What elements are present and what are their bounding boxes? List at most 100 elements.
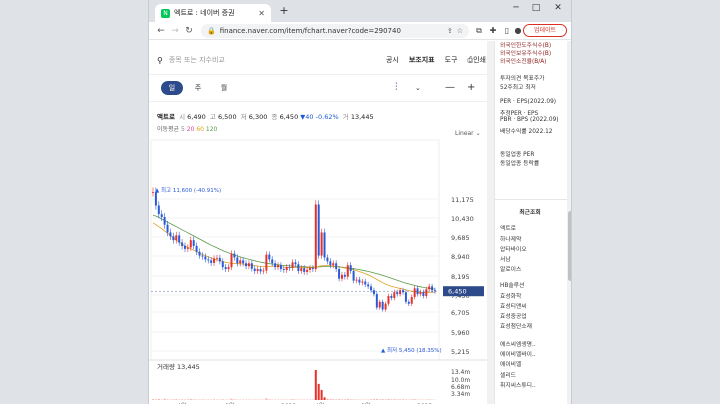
volume-bar xyxy=(404,399,407,400)
indicator-link[interactable]: 보조지표 xyxy=(409,55,435,65)
sidebar-info-item[interactable]: 배당수익률 2022.12 xyxy=(500,126,552,135)
candle-type-icon[interactable]: ⫶ xyxy=(395,81,398,95)
sidebar-info-item[interactable]: 투자의견 목표주가 xyxy=(500,73,545,82)
stock-chart[interactable]: 11,17510,4309,6858,9408,1957,4506,7055,9… xyxy=(149,138,487,404)
recent-item[interactable]: 에이비엘 xyxy=(500,359,521,368)
new-tab-icon[interactable]: + xyxy=(277,4,291,18)
candle-body xyxy=(250,263,253,269)
recent-item[interactable]: 효성티앤씨 xyxy=(500,301,527,310)
reload-icon[interactable]: ↻ xyxy=(183,24,195,38)
zoom-in-icon[interactable]: + xyxy=(467,81,475,95)
bookmark-star-icon[interactable]: ☆ xyxy=(457,27,463,35)
candle-body xyxy=(288,267,291,269)
candle-body xyxy=(262,270,265,272)
candle-body xyxy=(245,263,248,267)
recent-item[interactable]: 에스씨엠생명.. xyxy=(500,339,536,348)
sidebar-info-item[interactable]: 52주최고 최저 xyxy=(500,82,536,91)
scrollbar[interactable] xyxy=(487,41,494,404)
divider xyxy=(149,101,494,102)
print-link[interactable]: ⎙인쇄 xyxy=(468,55,487,65)
period-week[interactable]: 주 xyxy=(187,81,209,95)
price-tick-label: 9,685 xyxy=(451,234,470,242)
stock-sidebar: 외국인한도주식수(B) 외국인보유주식수(B) 외국인소진율(B/A) 투자의견 목표… xyxy=(494,41,571,404)
candle-body xyxy=(306,269,309,272)
sidebar-info-item[interactable]: 동일업종 PER xyxy=(500,149,534,158)
browser-tab[interactable]: N 엑트로 : 네이버 증권 ✕ xyxy=(155,4,271,22)
candle-body xyxy=(178,235,181,243)
recent-item[interactable]: 알로이스 xyxy=(500,264,521,273)
zoom-out-icon[interactable]: — xyxy=(445,81,455,95)
candle-body xyxy=(236,257,239,264)
ma-label: 이동평균 xyxy=(157,126,180,133)
period-day[interactable]: 일 xyxy=(161,81,183,95)
recent-item[interactable]: 하나제약 xyxy=(500,234,521,243)
candle-body xyxy=(410,296,413,304)
recent-item[interactable]: 휘지씨스튜디.. xyxy=(500,380,536,389)
recent-item[interactable]: HB솔루션 xyxy=(500,280,524,289)
period-month[interactable]: 월 xyxy=(213,81,235,95)
price-tick-label: 8,195 xyxy=(451,273,470,281)
candle-body xyxy=(297,264,300,271)
chevron-down-icon[interactable]: ⌄ xyxy=(415,81,421,95)
sidebar-info-item[interactable]: 외국인소진율(B/A) xyxy=(500,56,546,65)
search-icon[interactable]: ⚲ xyxy=(157,56,163,65)
recent-item[interactable]: 액트로 xyxy=(500,223,516,232)
recent-item[interactable]: 서남 xyxy=(500,254,511,263)
address-bar[interactable]: 🔒 finance.naver.com/item/fchart.naver?co… xyxy=(201,24,469,38)
candle-body xyxy=(157,205,160,215)
candle-body xyxy=(227,267,230,270)
extension-icon[interactable]: ⧉ xyxy=(473,24,485,38)
recent-item[interactable]: 효성중공업 xyxy=(500,311,527,320)
candle-body xyxy=(314,204,317,270)
candle-body xyxy=(326,257,329,262)
volume-tick-label: 6.68m xyxy=(451,384,470,391)
tab-close-icon[interactable]: ✕ xyxy=(258,9,265,18)
candle-body xyxy=(294,262,297,265)
volume-bar xyxy=(317,383,320,400)
sidebar-info-item[interactable]: 추정PER · EPS xyxy=(500,108,538,117)
price-tick-label: 11,175 xyxy=(451,196,474,204)
close-window-icon[interactable]: ✕ xyxy=(551,3,565,13)
candle-body xyxy=(189,240,192,248)
sidebar-info-item[interactable]: PER · EPS(2022.09) xyxy=(500,99,556,105)
candle-body xyxy=(323,232,326,258)
sidebar-info-item[interactable]: 동일업종 등락률 xyxy=(500,158,539,167)
compare-search-input[interactable]: 종목 또는 지수비교 xyxy=(169,55,376,65)
recent-item[interactable]: 효성화학 xyxy=(500,291,521,300)
sidebar-info-item[interactable]: PBR · BPS (2022.09) xyxy=(500,117,559,123)
forward-icon[interactable]: → xyxy=(169,24,181,38)
volume-bar xyxy=(375,398,378,400)
candle-body xyxy=(265,254,268,271)
candle-body xyxy=(242,260,245,264)
disclosure-link[interactable]: 공시 xyxy=(386,55,399,65)
volume-bar xyxy=(340,399,343,400)
candle-body xyxy=(372,290,375,295)
candle-body xyxy=(239,260,242,264)
recent-item[interactable]: 압타바이오 xyxy=(500,244,527,253)
volume-bar xyxy=(154,399,157,400)
candle-body xyxy=(367,284,370,287)
back-icon[interactable]: ← xyxy=(155,24,167,38)
extensions-puzzle-icon[interactable]: ✚ xyxy=(487,24,499,38)
update-button[interactable]: 업데이트 xyxy=(523,24,567,37)
scale-mode-select[interactable]: Linear ⌄ xyxy=(455,130,481,137)
candle-body xyxy=(207,259,210,261)
candle-body xyxy=(186,247,189,249)
sidebar-scroll-thumb[interactable] xyxy=(568,211,571,281)
candle-body xyxy=(335,263,338,270)
tools-link[interactable]: 도구 xyxy=(445,55,458,65)
minimize-icon[interactable]: ─ xyxy=(509,3,523,13)
recent-item[interactable]: 에이비엘바이.. xyxy=(500,349,536,358)
min-price-annotation: ▲ 최저 5,450 (18.35%) xyxy=(381,346,442,354)
candle-body xyxy=(224,267,227,270)
recent-item[interactable]: 셀리드 xyxy=(500,370,516,379)
candle-body xyxy=(340,274,343,279)
current-price-label: 6,450 xyxy=(448,288,467,296)
recent-item[interactable]: 효성첨단소재 xyxy=(500,321,532,330)
maximize-icon[interactable]: □ xyxy=(529,3,543,13)
browser-toolbar: ← → ↻ 🔒 finance.naver.com/item/fchart.na… xyxy=(149,22,571,40)
share-icon[interactable]: ⇪ xyxy=(447,27,453,35)
candle-body xyxy=(253,268,256,271)
volume-bar xyxy=(335,399,338,400)
price-tick-label: 10,430 xyxy=(451,215,474,223)
